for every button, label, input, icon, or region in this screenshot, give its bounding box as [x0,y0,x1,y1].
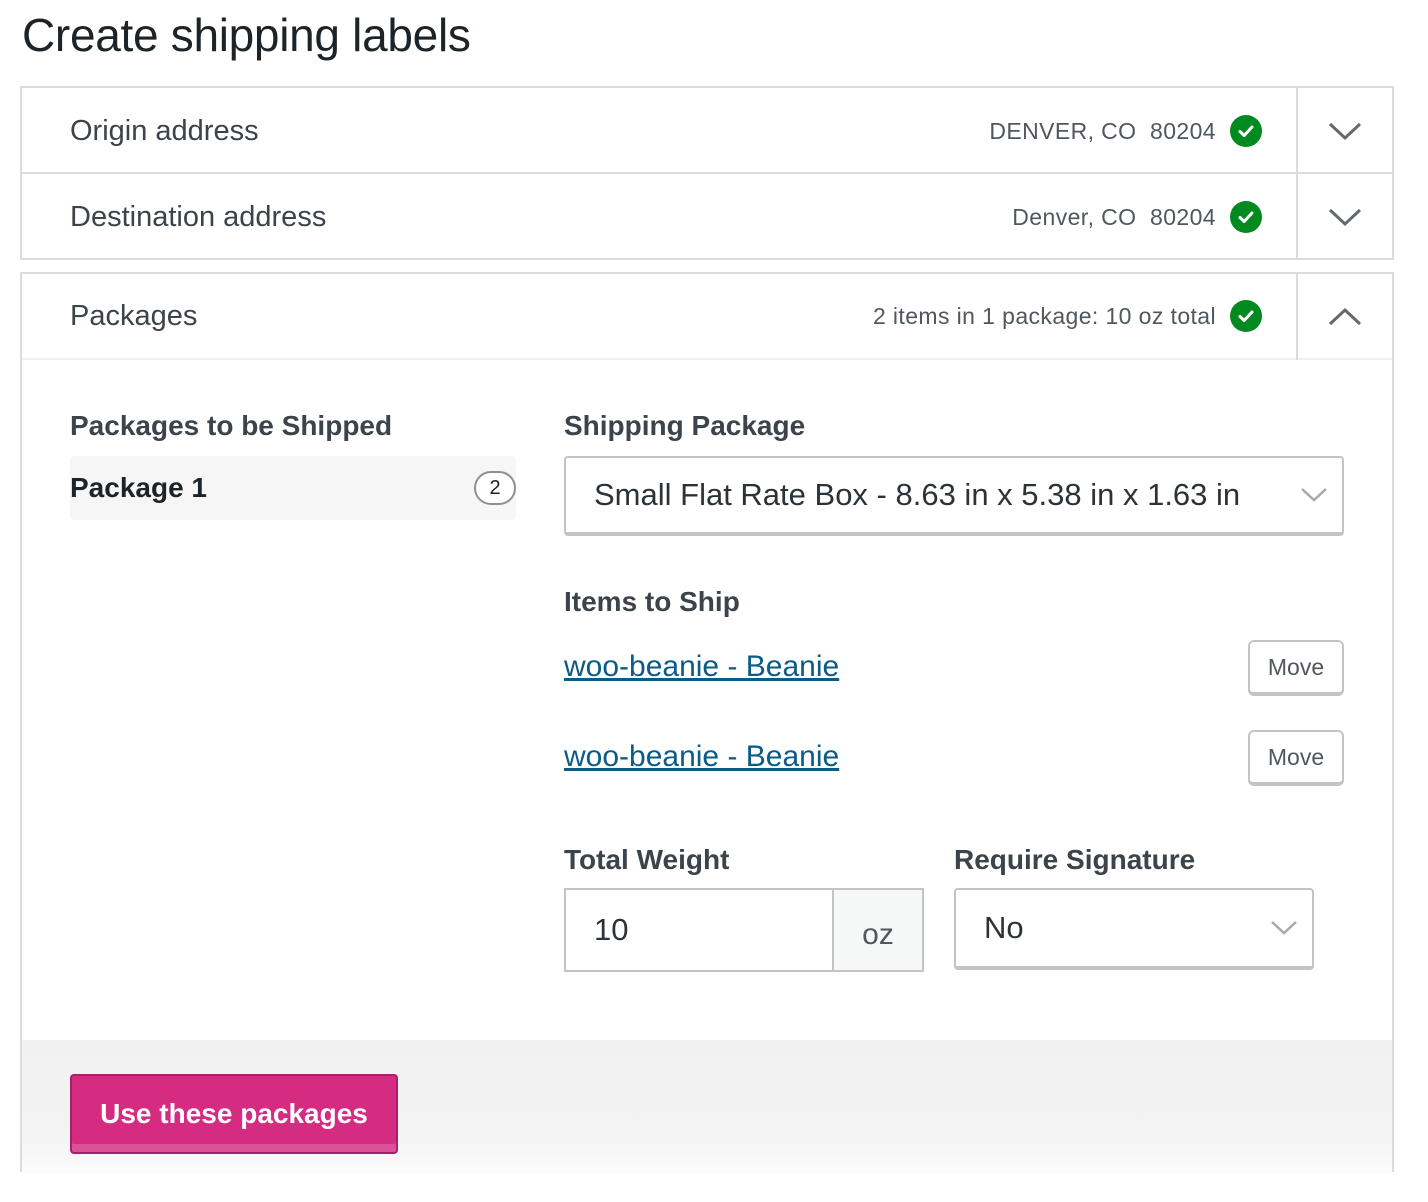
packages-summary: 2 items in 1 package: 10 oz total [872,302,1216,329]
page-title: Create shipping labels [22,9,471,61]
item-count-badge: 2 [474,471,516,505]
check-circle-icon [1230,201,1262,233]
packages-toggle[interactable] [1296,274,1392,360]
require-signature-select[interactable]: No [954,888,1314,970]
origin-address-toggle[interactable] [1296,88,1392,174]
check-circle-icon [1230,300,1262,332]
destination-address-header[interactable]: Destination address Denver, CO 80204 [22,174,1392,260]
package-list-item[interactable]: Package 1 2 [70,456,516,520]
item-link[interactable]: woo-beanie - Beanie [564,740,839,774]
shipping-package-select[interactable]: Small Flat Rate Box - 8.63 in x 5.38 in … [564,456,1344,536]
origin-address-title: Origin address [70,114,259,147]
packages-header[interactable]: Packages 2 items in 1 package: 10 oz tot… [22,274,1392,360]
packages-card: Packages 2 items in 1 package: 10 oz tot… [20,272,1394,1174]
chevron-down-icon [1328,208,1362,227]
chevron-down-icon [1328,122,1362,141]
weight-unit-label: oz [832,890,922,970]
shipping-package-value: Small Flat Rate Box - 8.63 in x 5.38 in … [594,477,1241,512]
items-to-ship-heading: Items to Ship [564,586,740,617]
destination-address-summary: Denver, CO 80204 [1012,203,1216,230]
chevron-down-icon [1301,488,1327,502]
check-circle-icon [1230,115,1262,147]
packages-to-be-shipped-heading: Packages to be Shipped [70,410,393,441]
origin-address-card: Origin address DENVER, CO 80204 [20,86,1394,174]
destination-address-title: Destination address [70,200,327,233]
chevron-down-icon [1271,921,1297,935]
packages-title: Packages [70,299,198,332]
packages-footer: Use these packages [22,1040,1392,1174]
use-these-packages-button[interactable]: Use these packages [70,1074,398,1154]
move-item-button[interactable]: Move [1248,730,1344,786]
move-item-button[interactable]: Move [1248,640,1344,696]
total-weight-input[interactable] [566,890,832,970]
require-signature-label: Require Signature [954,844,1196,875]
total-weight-label: Total Weight [564,844,730,875]
chevron-up-icon [1328,307,1362,326]
total-weight-field: oz [564,888,924,972]
origin-address-header[interactable]: Origin address DENVER, CO 80204 [22,88,1392,174]
destination-address-card: Destination address Denver, CO 80204 [20,172,1394,260]
package-list-item-label: Package 1 [70,472,207,503]
require-signature-value: No [984,910,1024,945]
packages-body: Packages to be Shipped Package 1 2 Shipp… [22,360,1392,1040]
origin-address-summary: DENVER, CO 80204 [989,117,1216,144]
item-link[interactable]: woo-beanie - Beanie [564,650,839,684]
destination-address-toggle[interactable] [1296,174,1392,260]
shipping-package-label: Shipping Package [564,410,806,441]
